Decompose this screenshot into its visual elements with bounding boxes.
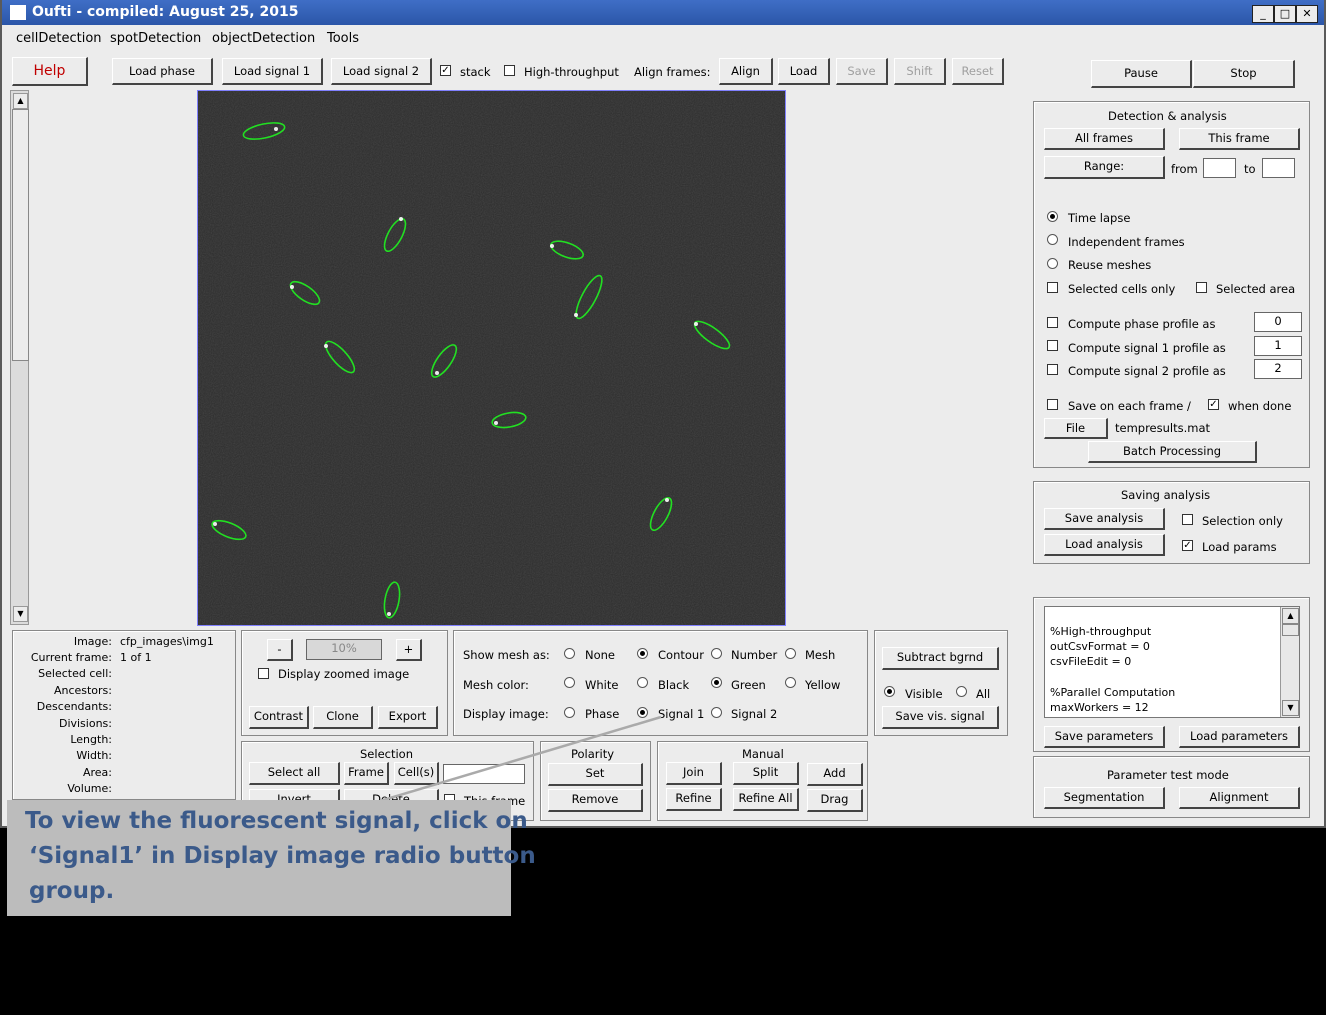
callout-line-2: ‘Signal1’ in Display image radio button (29, 843, 536, 869)
callout-line-3: group. (29, 878, 115, 904)
callout-line (379, 715, 662, 803)
callout-line-1: To view the fluorescent signal, click on (25, 808, 528, 834)
instruction-callout: To view the fluorescent signal, click on… (7, 800, 536, 916)
